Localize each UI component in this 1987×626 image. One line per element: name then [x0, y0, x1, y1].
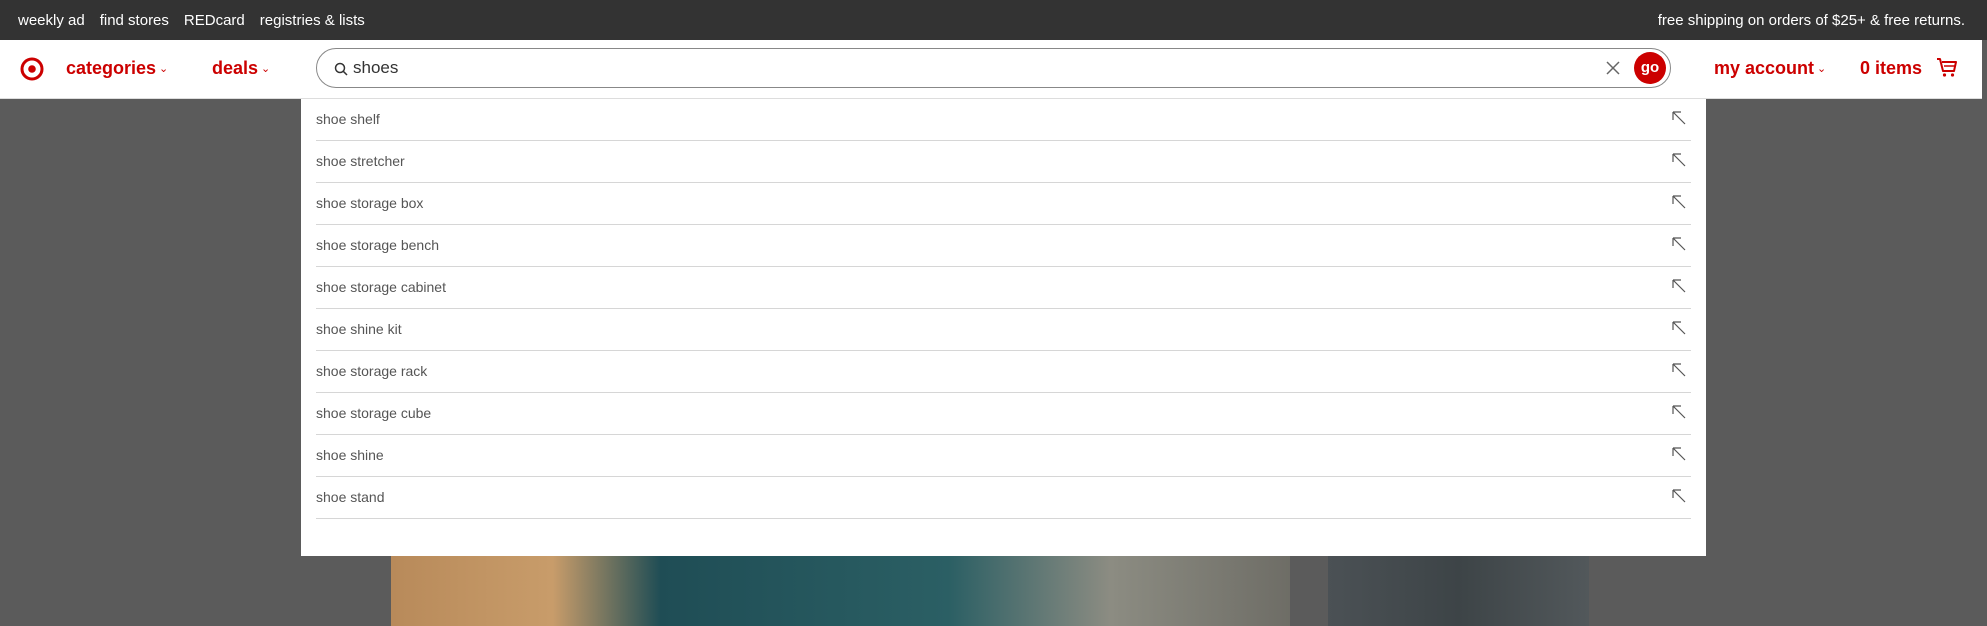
- suggestion-text: shoe storage rack: [316, 363, 428, 379]
- weekly-ad-link[interactable]: weekly ad: [18, 12, 85, 29]
- clear-search-icon[interactable]: [1605, 60, 1621, 76]
- fill-query-arrow-icon[interactable]: [1671, 488, 1687, 504]
- redcard-link[interactable]: REDcard: [184, 12, 245, 29]
- suggestion-text: shoe storage bench: [316, 237, 439, 253]
- target-logo-icon[interactable]: [20, 57, 44, 81]
- categories-menu[interactable]: categories ⌄: [66, 58, 168, 79]
- suggestion-item[interactable]: shoe storage rack: [316, 351, 1691, 393]
- hero-image[interactable]: [391, 556, 1290, 626]
- search-icon: [334, 62, 348, 76]
- suggestion-item[interactable]: shoe stand: [316, 477, 1691, 519]
- fill-query-arrow-icon[interactable]: [1671, 404, 1687, 420]
- fill-query-arrow-icon[interactable]: [1671, 446, 1687, 462]
- suggestion-text: shoe storage cube: [316, 405, 432, 421]
- suggestion-item[interactable]: shoe shelf: [316, 99, 1691, 141]
- suggestion-text: shoe shine: [316, 447, 384, 463]
- my-account-label: my account: [1714, 58, 1815, 78]
- suggestion-item[interactable]: shoe storage bench: [316, 225, 1691, 267]
- suggestion-item[interactable]: shoe storage cabinet: [316, 267, 1691, 309]
- suggestion-text: shoe storage box: [316, 195, 424, 211]
- categories-label: categories: [66, 58, 157, 78]
- shipping-promo[interactable]: free shipping on orders of $25+ & free r…: [1658, 12, 1965, 29]
- main-header: categories⌄ deals⌄ go my account⌄ 0 item…: [0, 40, 1982, 99]
- search-input[interactable]: [353, 55, 1583, 81]
- suggestion-item[interactable]: shoe stretcher: [316, 141, 1691, 183]
- suggestion-text: shoe shelf: [316, 111, 380, 127]
- search-suggestions-dropdown: shoe shelf shoe stretcher shoe storage b…: [301, 99, 1706, 556]
- side-promo-image[interactable]: [1328, 556, 1589, 626]
- search-bar: go: [316, 48, 1671, 88]
- go-button[interactable]: go: [1634, 52, 1666, 84]
- registries-lists-link[interactable]: registries & lists: [260, 12, 365, 29]
- fill-query-arrow-icon[interactable]: [1671, 362, 1687, 378]
- cart-link[interactable]: 0 items: [1860, 58, 1922, 79]
- chevron-down-icon: ⌄: [1817, 63, 1827, 75]
- utility-links: weekly ad find stores REDcard registries…: [18, 12, 365, 29]
- suggestion-item[interactable]: shoe shine: [316, 435, 1691, 477]
- fill-query-arrow-icon[interactable]: [1671, 236, 1687, 252]
- fill-query-arrow-icon[interactable]: [1671, 278, 1687, 294]
- utility-bar: weekly ad find stores REDcard registries…: [0, 0, 1987, 40]
- chevron-down-icon: ⌄: [261, 63, 271, 75]
- suggestion-text: shoe shine kit: [316, 321, 402, 337]
- chevron-down-icon: ⌄: [159, 63, 169, 75]
- cart-count-label: 0 items: [1860, 58, 1923, 78]
- find-stores-link[interactable]: find stores: [100, 12, 169, 29]
- suggestion-text: shoe stretcher: [316, 153, 405, 169]
- fill-query-arrow-icon[interactable]: [1671, 110, 1687, 126]
- deals-label: deals: [212, 58, 259, 78]
- my-account-menu[interactable]: my account ⌄: [1714, 58, 1826, 79]
- suggestion-text: shoe stand: [316, 489, 385, 505]
- suggestion-item[interactable]: shoe storage cube: [316, 393, 1691, 435]
- fill-query-arrow-icon[interactable]: [1671, 194, 1687, 210]
- suggestion-text: shoe storage cabinet: [316, 279, 446, 295]
- deals-menu[interactable]: deals ⌄: [212, 58, 270, 79]
- suggestion-item[interactable]: shoe storage box: [316, 183, 1691, 225]
- suggestion-item[interactable]: shoe shine kit: [316, 309, 1691, 351]
- fill-query-arrow-icon[interactable]: [1671, 152, 1687, 168]
- cart-icon[interactable]: [1935, 55, 1959, 79]
- fill-query-arrow-icon[interactable]: [1671, 320, 1687, 336]
